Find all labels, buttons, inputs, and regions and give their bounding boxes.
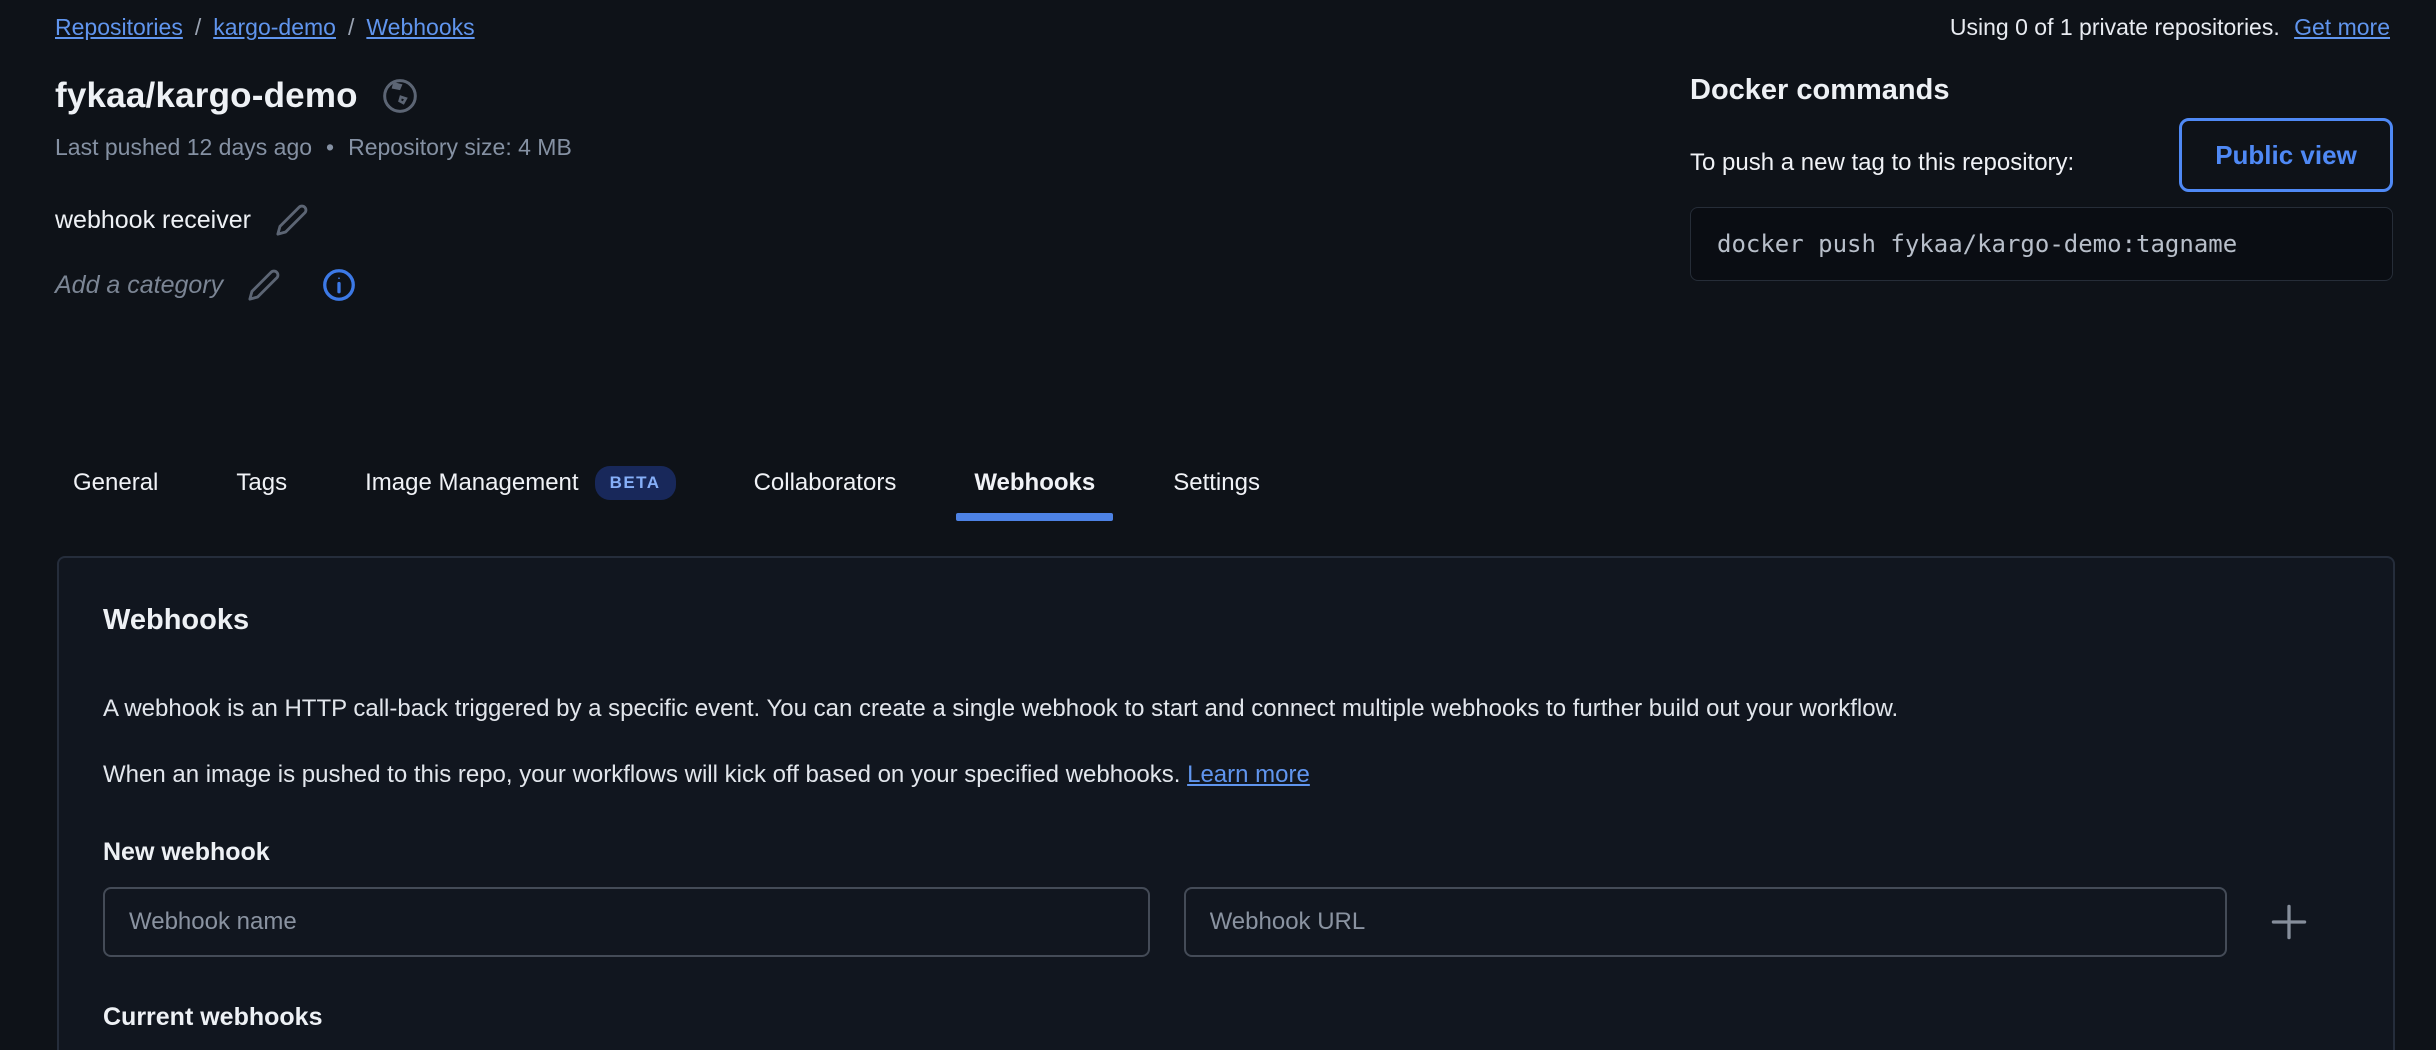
tab-tags[interactable]: Tags <box>218 461 305 505</box>
edit-description-pencil-icon[interactable] <box>273 201 311 239</box>
breadcrumb-repo-link[interactable]: kargo-demo <box>213 14 336 41</box>
category-info-icon[interactable] <box>319 265 359 305</box>
tab-collaborators[interactable]: Collaborators <box>736 461 915 505</box>
edit-category-pencil-icon[interactable] <box>245 266 283 304</box>
webhooks-description-2-text: When an image is pushed to this repo, yo… <box>103 761 1180 788</box>
add-category-text[interactable]: Add a category <box>55 271 223 300</box>
repo-title: fykaa/kargo-demo <box>55 76 358 116</box>
new-webhook-heading: New webhook <box>103 838 2349 867</box>
webhook-name-input[interactable] <box>103 887 1150 957</box>
breadcrumb-repositories-link[interactable]: Repositories <box>55 14 183 41</box>
tab-settings-label: Settings <box>1173 469 1260 497</box>
docker-push-command-text: docker push fykaa/kargo-demo:tagname <box>1717 230 2237 258</box>
globe-public-icon <box>378 74 422 118</box>
breadcrumb-separator: / <box>195 14 201 41</box>
tab-collaborators-label: Collaborators <box>754 469 897 497</box>
docker-commands-panel: Docker commands Public view To push a ne… <box>1690 74 2393 281</box>
webhooks-description-2: When an image is pushed to this repo, yo… <box>103 759 2349 791</box>
current-webhooks-heading: Current webhooks <box>103 1003 2349 1032</box>
webhooks-description-1: A webhook is an HTTP call-back triggered… <box>103 693 2349 725</box>
learn-more-link[interactable]: Learn more <box>1187 761 1310 788</box>
tab-settings[interactable]: Settings <box>1155 461 1278 505</box>
docker-commands-heading: Docker commands <box>1690 74 2393 107</box>
breadcrumb-webhooks-link[interactable]: Webhooks <box>366 14 474 41</box>
tab-general-label: General <box>73 469 158 497</box>
plus-icon <box>2267 900 2311 944</box>
tab-tags-label: Tags <box>236 469 287 497</box>
private-repo-usage: Using 0 of 1 private repositories. Get m… <box>1950 14 2390 41</box>
usage-text: Using 0 of 1 private repositories. <box>1950 14 2280 40</box>
tab-image-management-label: Image Management <box>365 469 578 497</box>
webhooks-card-heading: Webhooks <box>103 604 2349 637</box>
beta-badge: BETA <box>595 466 676 500</box>
docker-push-command-code: docker push fykaa/kargo-demo:tagname <box>1690 207 2393 281</box>
breadcrumb-separator: / <box>348 14 354 41</box>
new-webhook-form <box>103 887 2349 957</box>
repo-description: webhook receiver <box>55 206 251 235</box>
tab-general[interactable]: General <box>55 461 176 505</box>
webhook-url-input[interactable] <box>1184 887 2228 957</box>
add-webhook-button[interactable] <box>2229 887 2349 957</box>
tab-webhooks-label: Webhooks <box>974 469 1095 497</box>
repo-header: fykaa/kargo-demo Last pushed 12 days ago… <box>55 74 1555 305</box>
public-view-button[interactable]: Public view <box>2179 118 2393 192</box>
repo-tab-bar: General Tags Image Management BETA Colla… <box>55 458 1320 508</box>
repo-size-text: Repository size: 4 MB <box>348 134 572 161</box>
meta-separator: • <box>326 134 334 161</box>
last-pushed-text: Last pushed 12 days ago <box>55 134 312 161</box>
active-tab-indicator <box>956 513 1113 521</box>
webhooks-card: Webhooks A webhook is an HTTP call-back … <box>57 556 2395 1050</box>
breadcrumb: Repositories / kargo-demo / Webhooks <box>55 14 475 41</box>
tab-image-management[interactable]: Image Management BETA <box>347 458 693 508</box>
top-bar: Repositories / kargo-demo / Webhooks Usi… <box>55 14 2390 41</box>
get-more-link[interactable]: Get more <box>2294 14 2390 40</box>
tab-webhooks[interactable]: Webhooks <box>956 461 1113 505</box>
